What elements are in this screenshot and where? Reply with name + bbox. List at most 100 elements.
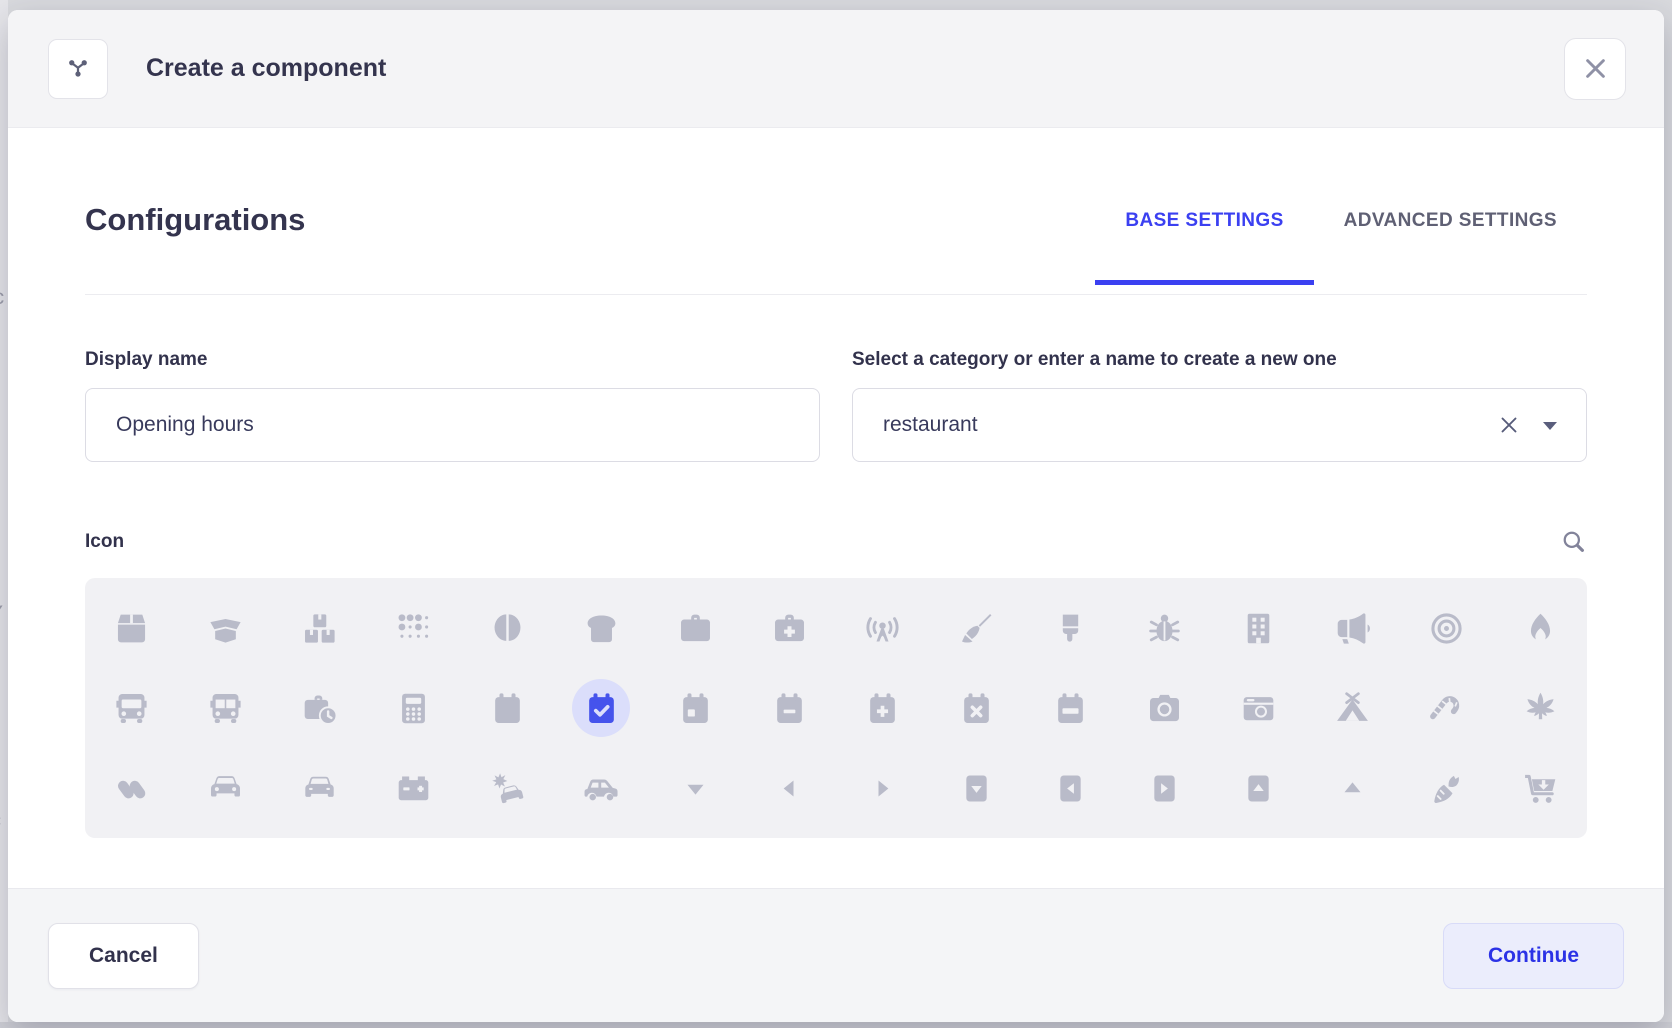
modal-footer: Cancel Continue	[8, 888, 1664, 1022]
caret-down-icon	[677, 770, 714, 807]
icon-calendar-week[interactable]	[1024, 668, 1118, 748]
icon-box-open[interactable]	[179, 588, 273, 668]
icon-bullseye[interactable]	[1399, 588, 1493, 668]
caret-down-icon[interactable]	[1543, 422, 1557, 430]
settings-tabs: BASE SETTINGS ADVANCED SETTINGS	[1095, 202, 1587, 284]
candy-cane-icon	[1428, 690, 1465, 727]
icon-car-side[interactable]	[554, 748, 648, 828]
bus-alt-icon	[207, 690, 244, 727]
calendar-week-icon	[1052, 690, 1089, 727]
icon-car[interactable]	[179, 748, 273, 828]
icon-cannabis[interactable]	[1493, 668, 1587, 748]
icon-camera[interactable]	[1118, 668, 1212, 748]
icon-bug[interactable]	[1118, 588, 1212, 668]
icon-bullhorn[interactable]	[1305, 588, 1399, 668]
building-icon	[1240, 610, 1277, 647]
caret-right-icon	[864, 770, 901, 807]
form-row: Display name Select a category or enter …	[85, 349, 1587, 462]
icon-cart-arrow-down[interactable]	[1493, 748, 1587, 828]
icon-calendar-check[interactable]	[554, 668, 648, 748]
brush-icon	[1052, 610, 1089, 647]
bus-icon	[113, 690, 150, 727]
icon-caret-square-left[interactable]	[1024, 748, 1118, 828]
icon-calendar-minus[interactable]	[742, 668, 836, 748]
bullhorn-icon	[1334, 610, 1371, 647]
icon-broadcast-tower[interactable]	[836, 588, 930, 668]
car-icon	[207, 770, 244, 807]
calendar-icon	[489, 690, 526, 727]
camera-retro-icon	[1240, 690, 1277, 727]
brain-icon	[489, 610, 526, 647]
backdrop-text-fragment: r	[0, 446, 8, 470]
icon-building[interactable]	[1212, 588, 1306, 668]
icon-broom[interactable]	[930, 588, 1024, 668]
icon-burn[interactable]	[1493, 588, 1587, 668]
icon-briefcase-medical[interactable]	[742, 588, 836, 668]
box-icon	[113, 610, 150, 647]
icon-caret-square-down[interactable]	[930, 748, 1024, 828]
icon-calendar-day[interactable]	[648, 668, 742, 748]
tab-advanced-settings[interactable]: ADVANCED SETTINGS	[1314, 202, 1587, 284]
icon-caret-up[interactable]	[1305, 748, 1399, 828]
icon-carrot[interactable]	[1399, 748, 1493, 828]
icon-brush[interactable]	[1024, 588, 1118, 668]
close-button[interactable]	[1564, 38, 1626, 100]
icon-caret-right[interactable]	[836, 748, 930, 828]
display-name-field: Display name	[85, 349, 820, 462]
cart-arrow-down-icon	[1522, 770, 1559, 807]
category-field: Select a category or enter a name to cre…	[852, 349, 1587, 462]
icon-car-alt[interactable]	[273, 748, 367, 828]
icon-calendar-plus[interactable]	[836, 668, 930, 748]
icon-car-battery[interactable]	[367, 748, 461, 828]
icon-camera-retro[interactable]	[1212, 668, 1306, 748]
cancel-button[interactable]: Cancel	[48, 923, 199, 989]
configurations-header-row: Configurations BASE SETTINGS ADVANCED SE…	[85, 202, 1587, 295]
icon-car-crash[interactable]	[461, 748, 555, 828]
icon-caret-square-up[interactable]	[1212, 748, 1306, 828]
page-title: Configurations	[85, 202, 305, 238]
continue-button[interactable]: Continue	[1443, 923, 1624, 989]
icon-braille[interactable]	[367, 588, 461, 668]
caret-square-up-icon	[1240, 770, 1277, 807]
cannabis-icon	[1522, 690, 1559, 727]
icon-calendar[interactable]	[461, 668, 555, 748]
icon-brain[interactable]	[461, 588, 555, 668]
icon-bus-alt[interactable]	[179, 668, 273, 748]
modal-title: Create a component	[146, 54, 386, 83]
icon-picker-header: Icon	[85, 528, 1587, 556]
bread-slice-icon	[583, 610, 620, 647]
icon-picker-section: Icon	[85, 528, 1587, 838]
icon-briefcase[interactable]	[648, 588, 742, 668]
icon-bread-slice[interactable]	[554, 588, 648, 668]
briefcase-medical-icon	[771, 610, 808, 647]
icon-caret-down[interactable]	[648, 748, 742, 828]
category-input[interactable]	[852, 388, 1587, 462]
backdrop-text-fragment: t	[0, 914, 8, 938]
icon-candy-cane[interactable]	[1399, 668, 1493, 748]
icon-calendar-times[interactable]	[930, 668, 1024, 748]
burn-icon	[1522, 610, 1559, 647]
icon-business-time[interactable]	[273, 668, 367, 748]
icon-caret-square-right[interactable]	[1118, 748, 1212, 828]
calendar-day-icon	[677, 690, 714, 727]
tab-base-settings[interactable]: BASE SETTINGS	[1095, 202, 1313, 284]
icon-capsules[interactable]	[85, 748, 179, 828]
icon-box[interactable]	[85, 588, 179, 668]
calendar-times-icon	[958, 690, 995, 727]
icon-bus[interactable]	[85, 668, 179, 748]
icon-caret-left[interactable]	[742, 748, 836, 828]
background-bottom-strip	[0, 1022, 1672, 1028]
display-name-input[interactable]	[85, 388, 820, 462]
icon-boxes[interactable]	[273, 588, 367, 668]
caret-square-down-icon	[958, 770, 995, 807]
icon-campground[interactable]	[1305, 668, 1399, 748]
boxes-icon	[301, 610, 338, 647]
component-nodes-icon	[63, 54, 93, 84]
calendar-minus-icon	[771, 690, 808, 727]
broom-icon	[958, 610, 995, 647]
clear-x-icon[interactable]	[1497, 413, 1521, 437]
backdrop-text-fragment: ic	[0, 286, 8, 310]
icon-search-button[interactable]	[1559, 528, 1587, 556]
icon-calculator[interactable]	[367, 668, 461, 748]
calendar-plus-icon	[864, 690, 901, 727]
